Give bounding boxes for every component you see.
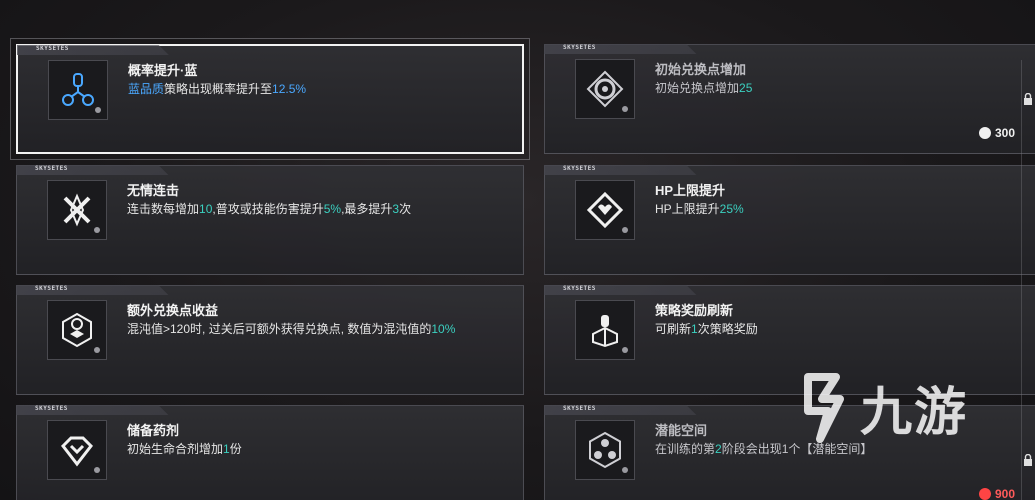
desc-text: 份 bbox=[229, 442, 242, 456]
brand-tag: SKYSETES bbox=[35, 285, 68, 292]
desc-text: 混沌值>120时, 过关后可额外获得兑换点, 数值为混沌值的 bbox=[127, 322, 432, 336]
unlock-cost[interactable]: 300 bbox=[978, 126, 1015, 140]
card-header-strip bbox=[16, 405, 169, 415]
card-description: 可刷新1次策略奖励 bbox=[655, 320, 758, 337]
cost-value: 300 bbox=[994, 126, 1015, 140]
desc-text: 在训练的第 bbox=[655, 442, 716, 456]
desc-text: 次 bbox=[399, 202, 412, 216]
card-header-strip bbox=[17, 45, 169, 55]
watermark-logo: 九游 bbox=[790, 370, 968, 445]
crossed-blades-icon bbox=[47, 180, 107, 240]
brand-tag: SKYSETES bbox=[35, 165, 68, 172]
brand-tag: SKYSETES bbox=[563, 285, 596, 292]
highlight-value: 25 bbox=[739, 81, 753, 95]
card-header-strip bbox=[16, 165, 169, 175]
desc-text: 初始兑换点增加 bbox=[655, 81, 740, 95]
card-description: HP上限提升25% bbox=[655, 200, 744, 217]
card-title: 额外兑换点收益 bbox=[127, 303, 219, 318]
hex-cluster-icon bbox=[575, 420, 635, 480]
highlight-value: 12.5% bbox=[272, 82, 307, 96]
card-header-strip bbox=[544, 44, 697, 54]
status-dot-icon bbox=[622, 347, 628, 353]
heart-diamond-icon bbox=[575, 180, 635, 240]
brand-tag: SKYSETES bbox=[563, 405, 596, 412]
currency-icon bbox=[978, 127, 991, 139]
status-dot-icon bbox=[622, 106, 628, 112]
highlight-value: 25% bbox=[719, 202, 744, 216]
desc-text: 初始生命合剂增加 bbox=[127, 442, 224, 456]
desc-text: 连击数每增加 bbox=[127, 202, 200, 216]
highlight-value: 1 bbox=[223, 442, 230, 456]
unlock-cost[interactable]: 900 bbox=[978, 487, 1015, 500]
card-header-strip bbox=[544, 285, 697, 295]
refresh-node-icon bbox=[575, 300, 635, 360]
desc-text: ,最多提升 bbox=[341, 202, 393, 216]
card-header-strip bbox=[16, 285, 169, 295]
desc-text: 可刷新 bbox=[655, 322, 692, 336]
lock-icon bbox=[1023, 453, 1033, 466]
talent-card-left-2[interactable]: SKYSETES 额外兑换点收益混沌值>120时, 过关后可额外获得兑换点, 数值… bbox=[16, 285, 524, 395]
talent-card-right-1[interactable]: SKYSETES HP上限提升 HP上限提升25% bbox=[544, 165, 1035, 275]
cost-value: 900 bbox=[994, 487, 1015, 500]
status-dot-icon bbox=[94, 347, 100, 353]
card-title: HP上限提升 bbox=[655, 183, 726, 198]
trinity-node-icon bbox=[48, 60, 108, 120]
desc-text: 次策略奖励 bbox=[697, 322, 758, 336]
card-title: 无情连击 bbox=[127, 183, 180, 198]
talent-card-left-1[interactable]: SKYSETES 无情连击连击数每增加10,普攻或技能伤害提升5%,最多提升3次 bbox=[16, 165, 524, 275]
brand-tag: SKYSETES bbox=[35, 405, 68, 412]
card-title: 概率提升·蓝 bbox=[128, 63, 198, 78]
highlight-value: 蓝品质 bbox=[128, 82, 165, 96]
talent-card-left-3[interactable]: SKYSETES 储备药剂初始生命合剂增加1份 bbox=[16, 405, 524, 500]
highlight-value: 10% bbox=[431, 322, 456, 336]
card-title: 初始兑换点增加 bbox=[655, 62, 747, 77]
talent-card-right-0[interactable]: SKYSETES 初始兑换点增加 初始兑换点增加25 bbox=[544, 44, 1035, 154]
card-description: 初始兑换点增加25 bbox=[655, 79, 752, 96]
status-dot-icon bbox=[95, 107, 101, 113]
watermark-text: 九游 bbox=[860, 383, 969, 443]
desc-text: ,普攻或技能伤害提升 bbox=[212, 202, 324, 216]
card-description: 蓝品质策略出现概率提升至12.5% bbox=[128, 80, 306, 97]
highlight-value: 10 bbox=[199, 202, 213, 216]
lock-icon bbox=[1023, 92, 1033, 105]
currency-icon bbox=[978, 488, 991, 500]
highlight-value: 2 bbox=[715, 442, 722, 456]
card-header-strip bbox=[544, 165, 697, 175]
card-description: 混沌值>120时, 过关后可额外获得兑换点, 数值为混沌值的10% bbox=[127, 320, 455, 337]
highlight-value: 5% bbox=[323, 202, 342, 216]
card-title: 储备药剂 bbox=[127, 423, 180, 438]
potion-diamond-icon bbox=[47, 420, 107, 480]
brand-tag: SKYSETES bbox=[563, 165, 596, 172]
status-dot-icon bbox=[94, 467, 100, 473]
card-description: 连击数每增加10,普攻或技能伤害提升5%,最多提升3次 bbox=[127, 200, 411, 217]
exchange-cube-icon bbox=[47, 300, 107, 360]
status-dot-icon bbox=[94, 227, 100, 233]
brand-tag: SKYSETES bbox=[563, 44, 596, 51]
card-title: 潜能空间 bbox=[655, 423, 708, 438]
desc-text: HP上限提升 bbox=[655, 202, 720, 216]
status-dot-icon bbox=[622, 467, 628, 473]
watermark-s-icon bbox=[804, 372, 844, 443]
desc-text: 策略出现概率提升至 bbox=[164, 82, 273, 96]
brand-tag: SKYSETES bbox=[36, 45, 69, 52]
talent-card-left-0[interactable]: SKYSETES 概率提升·蓝 蓝品质策略出现概率提升至12.5% bbox=[10, 38, 530, 160]
scroll-edge[interactable] bbox=[1021, 60, 1035, 500]
highlight-value: 1 bbox=[691, 322, 698, 336]
exchange-coin-icon bbox=[575, 59, 635, 119]
card-description: 初始生命合剂增加1份 bbox=[127, 440, 242, 457]
card-title: 策略奖励刷新 bbox=[655, 303, 734, 318]
status-dot-icon bbox=[622, 227, 628, 233]
